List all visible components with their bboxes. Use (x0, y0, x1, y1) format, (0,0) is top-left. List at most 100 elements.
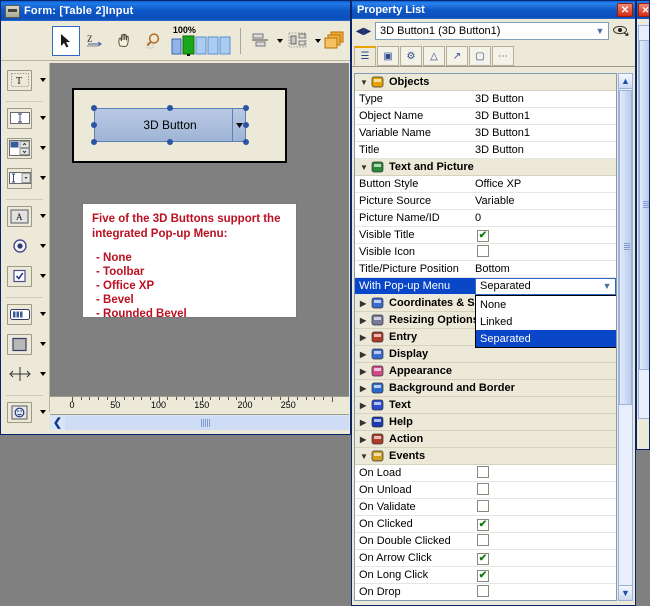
chevron-right-icon[interactable]: ▶ (360, 367, 371, 376)
property-group-background-and-border[interactable]: ▶Background and Border (355, 380, 616, 397)
text-tool-icon[interactable]: T (7, 70, 32, 91)
property-row[interactable]: Picture Name/ID0 (355, 210, 616, 227)
radio-button-tool-icon[interactable] (7, 236, 32, 257)
chevron-down-icon[interactable]: ▼ (360, 452, 371, 461)
selection-handle[interactable] (91, 122, 97, 128)
property-list-window[interactable]: Property List ✕ ◀▶ 3D Button1 (3D Button… (351, 0, 636, 606)
property-row[interactable]: Title3D Button (355, 142, 616, 159)
splitter-tool-icon[interactable] (7, 364, 32, 385)
prev-next-object-icon[interactable]: ◀▶ (355, 26, 372, 37)
tool-row-radio-button[interactable] (2, 231, 49, 261)
property-group-appearance[interactable]: ▶Appearance (355, 363, 616, 380)
property-value[interactable] (471, 245, 616, 260)
checkbox-dropdown-arrow-icon[interactable] (40, 274, 46, 278)
check-box-tool-icon[interactable] (7, 266, 32, 287)
checkbox-unchecked-icon[interactable] (477, 500, 489, 512)
chevron-right-icon[interactable]: ▶ (360, 333, 371, 342)
property-row[interactable]: On Double Clicked (355, 533, 616, 550)
selection-handle[interactable] (167, 105, 173, 111)
chevron-down-icon[interactable]: ▼ (599, 279, 615, 294)
tool-row-input-field[interactable] (2, 103, 49, 133)
property-value[interactable]: ✔ (471, 569, 616, 582)
object-combo[interactable]: 3D Button1 (3D Button1) ▼ (375, 22, 609, 40)
checkbox-unchecked-icon[interactable] (477, 245, 489, 257)
background-window-scroll-thumb[interactable] (639, 40, 650, 370)
checkbox-unchecked-icon[interactable] (477, 534, 489, 546)
selection-handle[interactable] (167, 139, 173, 145)
entry-order-tool-button[interactable]: Z (82, 26, 109, 56)
checkbox-unchecked-icon[interactable] (477, 466, 489, 478)
property-value[interactable] (471, 585, 616, 600)
property-value[interactable] (471, 466, 616, 481)
dropdown-option[interactable]: None (476, 296, 617, 313)
rectangle-dropdown-arrow-icon[interactable] (40, 342, 46, 346)
scroll-left-arrow-icon[interactable]: ❮ (50, 415, 65, 430)
text-tool-dropdown-arrow-icon[interactable] (40, 78, 46, 82)
property-row[interactable]: On Drop (355, 584, 616, 601)
splitter-dropdown-arrow-icon[interactable] (40, 372, 46, 376)
tool-row-combo-box[interactable] (2, 163, 49, 193)
rectangle-tool-icon[interactable] (7, 334, 32, 355)
property-list-scrollbar[interactable]: ▲ ▼ (618, 73, 633, 601)
property-value[interactable] (471, 534, 616, 549)
eye-icon[interactable] (612, 25, 632, 37)
checkbox-checked-icon[interactable]: ✔ (477, 553, 489, 565)
distribute-objects-button[interactable] (284, 26, 311, 56)
chevron-right-icon[interactable]: ▶ (360, 316, 371, 325)
property-row[interactable]: On Load (355, 465, 616, 482)
progress-dropdown-arrow-icon[interactable] (40, 312, 46, 316)
scroll-up-arrow-icon[interactable]: ▲ (619, 74, 632, 89)
property-group-action[interactable]: ▶Action (355, 431, 616, 448)
checkbox-unchecked-icon[interactable] (477, 483, 489, 495)
property-group-display[interactable]: ▶Display (355, 346, 616, 363)
align-dropdown-arrow-icon[interactable] (277, 39, 283, 43)
hand-tool-button[interactable] (111, 26, 138, 56)
tool-row-rectangle[interactable] (2, 329, 49, 359)
form-window[interactable]: Form: [Table 2]Input Z (0, 0, 351, 435)
list-box-tool-icon[interactable] (7, 138, 32, 159)
property-row[interactable]: With Pop-up MenuSeparated▼NoneLinkedSepa… (355, 278, 616, 295)
property-row[interactable]: Variable Name3D Button1 (355, 125, 616, 142)
checkbox-checked-icon[interactable]: ✔ (477, 570, 489, 582)
checkbox-unchecked-icon[interactable] (477, 585, 489, 597)
selection-handle[interactable] (243, 122, 249, 128)
property-value-combo[interactable]: Separated▼ (475, 278, 616, 295)
progress-bar-tool-icon[interactable] (7, 304, 32, 325)
selection-handle[interactable] (243, 105, 249, 111)
property-group-text-and-picture[interactable]: ▼Text and Picture (355, 159, 616, 176)
checkbox-checked-icon[interactable]: ✔ (477, 519, 489, 531)
close-icon[interactable]: ✕ (617, 3, 633, 17)
checkbox-checked-icon[interactable]: ✔ (477, 230, 489, 242)
property-row[interactable]: On Arrow Click✔ (355, 550, 616, 567)
tool-row-progress-bar[interactable] (2, 299, 49, 329)
property-row[interactable]: On Validate (355, 499, 616, 516)
property-group-text[interactable]: ▶Text (355, 397, 616, 414)
tab-settings[interactable]: ⚙ (400, 46, 422, 66)
property-row[interactable]: Picture SourceVariable (355, 193, 616, 210)
picture-button-dropdown-arrow-icon[interactable] (40, 410, 46, 414)
scroll-track[interactable] (65, 416, 349, 430)
chevron-down-icon[interactable]: ▼ (592, 23, 608, 39)
chevron-right-icon[interactable]: ▶ (360, 401, 371, 410)
chevron-right-icon[interactable]: ▶ (360, 435, 371, 444)
zoom-bars-icon[interactable] (171, 35, 233, 56)
selection-handle[interactable] (243, 139, 249, 145)
background-window-scrollbar[interactable] (638, 25, 650, 419)
chevron-right-icon[interactable]: ▶ (360, 350, 371, 359)
tool-row-list-box[interactable] (2, 133, 49, 163)
distribute-dropdown-arrow-icon[interactable] (315, 39, 321, 43)
popup-menu-options-dropdown[interactable]: NoneLinkedSeparated (475, 295, 617, 348)
property-group-events[interactable]: ▼Events (355, 448, 616, 465)
property-row[interactable]: Button StyleOffice XP (355, 176, 616, 193)
property-group-help[interactable]: ▶Help (355, 414, 616, 431)
align-objects-button[interactable] (247, 26, 274, 56)
form-horizontal-scrollbar[interactable]: ❮ (50, 414, 349, 430)
property-group-objects[interactable]: ▼Objects (355, 74, 616, 91)
tool-row-check-box[interactable] (2, 261, 49, 291)
chevron-down-icon[interactable]: ▼ (360, 163, 371, 172)
property-row[interactable]: Visible Icon (355, 244, 616, 261)
form-page[interactable]: 3D Button (72, 88, 287, 163)
magnifier-tool-button[interactable] (140, 26, 167, 56)
tab-more[interactable]: ⋯ (492, 46, 514, 66)
property-value[interactable]: ✔ (471, 552, 616, 565)
